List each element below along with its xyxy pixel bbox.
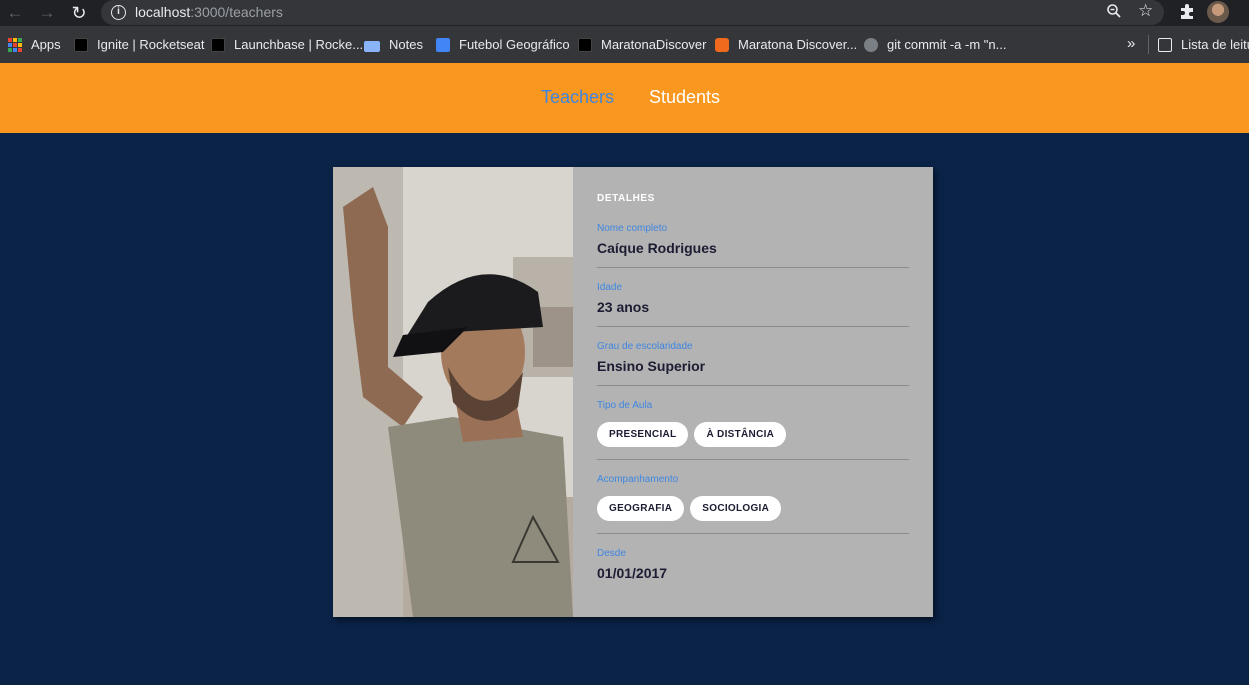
nav-link-teachers[interactable]: Teachers: [541, 87, 614, 108]
full-name-value: Caíque Rodrigues: [597, 240, 717, 256]
bookmark-maratona-video[interactable]: Maratona Discover...: [715, 36, 857, 54]
education-value: Ensino Superior: [597, 358, 706, 374]
field-full-name: Nome completo Caíque Rodrigues: [597, 223, 909, 268]
back-arrow-icon[interactable]: ←: [4, 2, 26, 24]
field-education: Grau de escolaridade Ensino Superior: [597, 341, 909, 386]
field-class-type: Tipo de Aula Presencial À distância: [597, 400, 909, 460]
github-icon: [864, 38, 878, 52]
bookmark-label: Apps: [31, 37, 61, 52]
bookmark-apps[interactable]: Apps: [8, 36, 61, 54]
url-host: localhost: [135, 4, 191, 20]
details-panel: Detalhes Nome completo Caíque Rodrigues …: [573, 167, 933, 617]
since-label: Desde: [597, 548, 626, 559]
education-label: Grau de escolaridade: [597, 341, 693, 352]
bookmark-label: Ignite | Rocketseat: [97, 37, 205, 52]
url-path: :3000/teachers: [190, 4, 283, 20]
bookmarks-bar: Apps Ignite | Rocketseat Launchbase | Ro…: [0, 26, 1249, 63]
tag-distancia: À distância: [694, 422, 787, 447]
bookmark-label: MaratonaDiscover: [601, 37, 707, 52]
subjects-tags: Geografia Sociologia: [597, 496, 909, 521]
profile-avatar[interactable]: [1207, 1, 1229, 23]
bookmark-reading-list[interactable]: Lista de leitu: [1158, 36, 1249, 54]
rocketseat-icon: [578, 38, 592, 52]
bookmark-star-icon[interactable]: ☆: [1138, 1, 1153, 21]
tag-sociologia: Sociologia: [690, 496, 782, 521]
field-subjects: Acompanhamento Geografia Sociologia: [597, 474, 909, 534]
apps-grid-icon: [8, 38, 22, 52]
bookmark-label: Lista de leitu: [1181, 37, 1249, 52]
bookmark-notes[interactable]: Notes: [364, 36, 423, 54]
info-icon[interactable]: i: [111, 5, 126, 20]
rocketseat-icon: [74, 38, 88, 52]
bookmark-label: git commit -a -m "n...: [887, 37, 1007, 52]
bookmark-futebol[interactable]: Futebol Geográfico: [436, 36, 570, 54]
details-title: Detalhes: [597, 193, 655, 204]
bookmark-label: Maratona Discover...: [738, 37, 858, 52]
bookmark-label: Futebol Geográfico: [459, 37, 570, 52]
reload-icon[interactable]: ↻: [68, 2, 90, 24]
docs-icon: [436, 38, 450, 52]
bookmark-maratona[interactable]: MaratonaDiscover: [578, 36, 707, 54]
laptop-icon: [364, 40, 380, 52]
tag-geografia: Geografia: [597, 496, 685, 521]
reading-list-icon: [1158, 38, 1172, 52]
youtube-icon: [715, 38, 729, 52]
address-bar[interactable]: i localhost:3000/teachers ☆: [101, 0, 1164, 25]
teacher-card: Detalhes Nome completo Caíque Rodrigues …: [333, 167, 933, 617]
subjects-label: Acompanhamento: [597, 474, 679, 485]
more-bookmarks-chevron-icon[interactable]: »: [1127, 35, 1135, 52]
class-type-tags: Presencial À distância: [597, 422, 909, 447]
field-age: Idade 23 anos: [597, 282, 909, 327]
age-value: 23 anos: [597, 299, 650, 315]
extensions-puzzle-icon[interactable]: [1178, 2, 1196, 25]
teacher-photo: [333, 167, 573, 617]
rocketseat-icon: [211, 38, 225, 52]
forward-arrow-icon[interactable]: →: [36, 2, 58, 24]
url-text[interactable]: localhost:3000/teachers: [135, 4, 283, 20]
bookmark-label: Notes: [389, 37, 423, 52]
app-header: Teachers Students: [0, 63, 1249, 133]
field-since: Desde 01/01/2017: [597, 548, 909, 593]
age-label: Idade: [597, 282, 623, 293]
full-name-label: Nome completo: [597, 223, 668, 234]
since-value: 01/01/2017: [597, 565, 668, 581]
bookmark-divider: [1148, 35, 1149, 54]
nav-link-students[interactable]: Students: [649, 87, 720, 108]
bookmark-label: Launchbase | Rocke...: [234, 37, 364, 52]
bookmark-ignite[interactable]: Ignite | Rocketseat: [74, 36, 204, 54]
browser-toolbar: ← → ↻ i localhost:3000/teachers ☆: [0, 0, 1249, 26]
tag-presencial: Presencial: [597, 422, 689, 447]
bookmark-git[interactable]: git commit -a -m "n...: [864, 36, 1006, 54]
zoom-icon[interactable]: [1106, 3, 1122, 23]
class-type-label: Tipo de Aula: [597, 400, 653, 411]
bookmark-launchbase[interactable]: Launchbase | Rocke...: [211, 36, 363, 54]
